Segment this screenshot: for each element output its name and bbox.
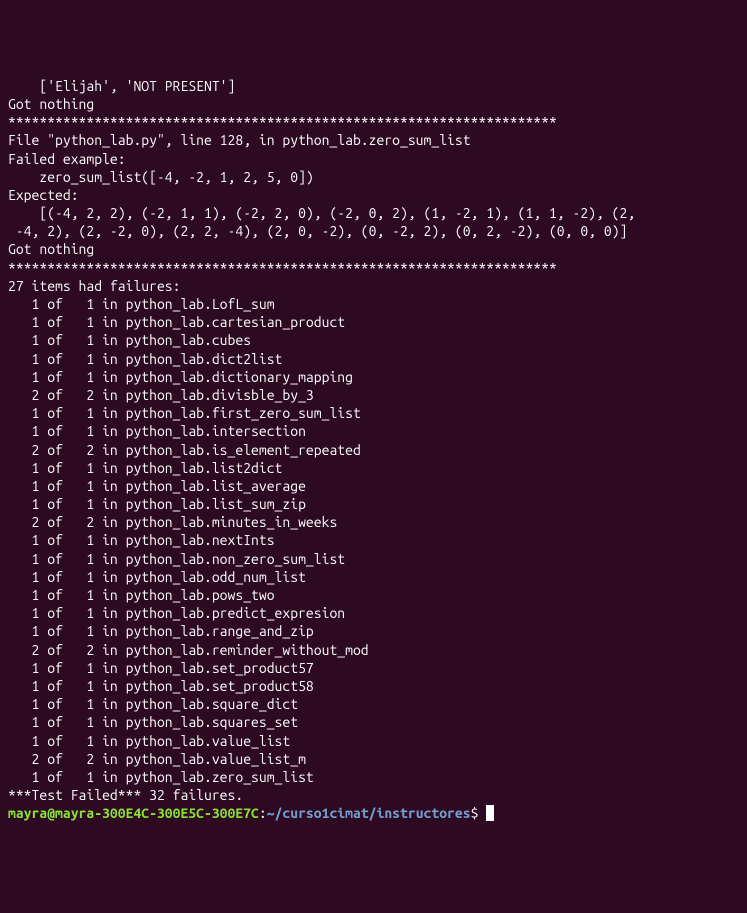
- failure-line: 1 of 1 in python_lab.cubes: [8, 331, 739, 349]
- failure-line: 1 of 1 in python_lab.cartesian_product: [8, 313, 739, 331]
- failure-line: 1 of 1 in python_lab.list_sum_zip: [8, 495, 739, 513]
- output-line: ****************************************…: [8, 113, 739, 131]
- failure-line: 1 of 1 in python_lab.value_list: [8, 732, 739, 750]
- test-failed-line: ***Test Failed*** 32 failures.: [8, 786, 739, 804]
- output-line: Got nothing: [8, 95, 739, 113]
- output-line: [(-4, 2, 2), (-2, 1, 1), (-2, 2, 0), (-2…: [8, 204, 739, 222]
- failure-line: 1 of 1 in python_lab.non_zero_sum_list: [8, 550, 739, 568]
- output-line: 27 items had failures:: [8, 277, 739, 295]
- output-line: -4, 2), (2, -2, 0), (2, 2, -4), (2, 0, -…: [8, 222, 739, 240]
- failure-line: 1 of 1 in python_lab.intersection: [8, 422, 739, 440]
- failure-line: 1 of 1 in python_lab.list2dict: [8, 459, 739, 477]
- failure-line: 1 of 1 in python_lab.set_product58: [8, 677, 739, 695]
- prompt-separator: :: [259, 805, 267, 821]
- failure-line: 1 of 1 in python_lab.range_and_zip: [8, 622, 739, 640]
- failure-line: 1 of 1 in python_lab.square_dict: [8, 695, 739, 713]
- failure-line: 1 of 1 in python_lab.set_product57: [8, 659, 739, 677]
- failure-line: 1 of 1 in python_lab.pows_two: [8, 586, 739, 604]
- output-line: ****************************************…: [8, 259, 739, 277]
- failure-line: 1 of 1 in python_lab.first_zero_sum_list: [8, 404, 739, 422]
- failure-line: 1 of 1 in python_lab.zero_sum_list: [8, 768, 739, 786]
- output-line: zero_sum_list([-4, -2, 1, 2, 5, 0]): [8, 168, 739, 186]
- failure-line: 2 of 2 in python_lab.reminder_without_mo…: [8, 641, 739, 659]
- failure-line: 1 of 1 in python_lab.list_average: [8, 477, 739, 495]
- output-line: Got nothing: [8, 240, 739, 258]
- failure-line: 1 of 1 in python_lab.predict_expresion: [8, 604, 739, 622]
- failure-line: 1 of 1 in python_lab.nextInts: [8, 531, 739, 549]
- output-line: Failed example:: [8, 150, 739, 168]
- terminal-output: ['Elijah', 'NOT PRESENT']Got nothing****…: [8, 77, 739, 823]
- failure-line: 2 of 2 in python_lab.divisble_by_3: [8, 386, 739, 404]
- failure-line: 2 of 2 in python_lab.value_list_m: [8, 750, 739, 768]
- output-line: Expected:: [8, 186, 739, 204]
- prompt-end: $: [471, 805, 487, 821]
- failure-line: 1 of 1 in python_lab.LofL_sum: [8, 295, 739, 313]
- failure-line: 1 of 1 in python_lab.odd_num_list: [8, 568, 739, 586]
- failure-line: 1 of 1 in python_lab.squares_set: [8, 713, 739, 731]
- output-line: ['Elijah', 'NOT PRESENT']: [8, 77, 739, 95]
- prompt-line[interactable]: mayra@mayra-300E4C-300E5C-300E7C:~/curso…: [8, 804, 739, 822]
- failure-line: 2 of 2 in python_lab.is_element_repeated: [8, 441, 739, 459]
- cursor-icon: [486, 805, 494, 821]
- failure-line: 2 of 2 in python_lab.minutes_in_weeks: [8, 513, 739, 531]
- prompt-user: mayra@mayra-300E4C-300E5C-300E7C: [8, 805, 259, 821]
- failure-line: 1 of 1 in python_lab.dictionary_mapping: [8, 368, 739, 386]
- output-line: File "python_lab.py", line 128, in pytho…: [8, 131, 739, 149]
- prompt-path: ~/curso1cimat/instructores: [267, 805, 471, 821]
- failure-line: 1 of 1 in python_lab.dict2list: [8, 350, 739, 368]
